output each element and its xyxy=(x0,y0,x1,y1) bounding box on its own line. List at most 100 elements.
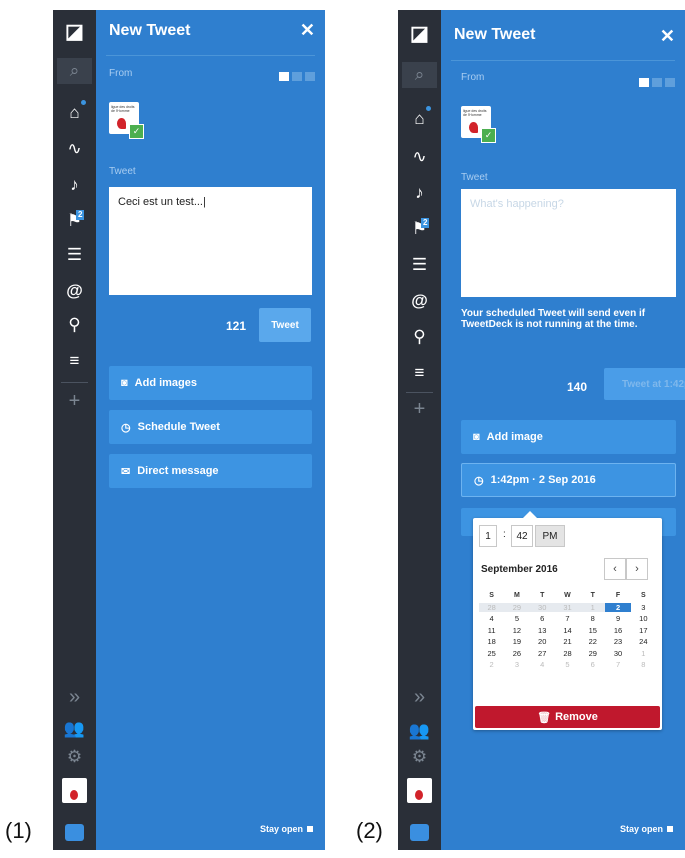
calendar-day[interactable]: 8 xyxy=(631,660,656,669)
stay-open-checkbox[interactable] xyxy=(307,826,313,832)
layout-toggle[interactable] xyxy=(639,78,675,87)
calendar-day[interactable]: 15 xyxy=(580,626,605,635)
stay-open-checkbox[interactable] xyxy=(667,826,673,832)
activity-icon[interactable]: ∿ xyxy=(398,144,441,170)
twitter-icon[interactable] xyxy=(65,824,84,841)
account-avatar[interactable]: ligue des droits de l'Homme ✓ xyxy=(109,102,144,139)
user-avatar-rail[interactable] xyxy=(62,778,87,803)
calendar-day[interactable]: 27 xyxy=(530,649,555,658)
lists-icon[interactable]: ☰ xyxy=(53,242,96,268)
close-icon[interactable]: ✕ xyxy=(660,26,675,47)
calendar-day[interactable]: 13 xyxy=(530,626,555,635)
collections-icon[interactable]: ≡ xyxy=(53,348,96,374)
gear-icon[interactable]: ⚙ xyxy=(53,744,96,770)
calendar-day[interactable]: 7 xyxy=(605,660,630,669)
calendar-day[interactable]: 14 xyxy=(555,626,580,635)
calendar-day[interactable]: 6 xyxy=(580,660,605,669)
calendar-day[interactable]: 11 xyxy=(479,626,504,635)
calendar-day[interactable]: 31 xyxy=(554,602,581,612)
minute-input[interactable]: 42 xyxy=(511,525,533,547)
hour-input[interactable]: 1 xyxy=(479,525,497,547)
stay-open-toggle[interactable]: Stay open xyxy=(260,824,313,834)
calendar-day[interactable]: 2 xyxy=(605,602,631,612)
next-month-button[interactable]: › xyxy=(626,558,648,580)
calendar-day[interactable]: 12 xyxy=(504,626,529,635)
calendar-day[interactable]: 8 xyxy=(580,614,605,623)
stay-open-toggle[interactable]: Stay open xyxy=(620,824,673,834)
calendar-day[interactable]: 9 xyxy=(605,614,630,623)
bell-icon[interactable]: ♪ xyxy=(53,172,96,198)
plus-icon[interactable]: + xyxy=(398,396,441,422)
grid-view-icon[interactable] xyxy=(652,78,662,87)
calendar-day[interactable]: 1 xyxy=(631,649,656,658)
search-icon[interactable]: ⌕ xyxy=(402,62,437,88)
collections-icon[interactable]: ≡ xyxy=(398,360,441,386)
calendar-day[interactable]: 28 xyxy=(555,649,580,658)
calendar-day[interactable]: 5 xyxy=(555,660,580,669)
calendar-day[interactable]: 19 xyxy=(504,637,529,646)
accounts-icon[interactable]: 👥 xyxy=(53,716,96,742)
calendar-day[interactable]: 22 xyxy=(580,637,605,646)
account-avatar[interactable]: ligue des droits de l'Homme ✓ xyxy=(461,106,496,143)
calendar-day[interactable]: 6 xyxy=(530,614,555,623)
direct-message-button[interactable]: ✉ Direct message xyxy=(109,454,312,488)
tweetdeck-logo-icon[interactable]: ◪ xyxy=(398,20,441,46)
calendar-day[interactable]: 20 xyxy=(530,637,555,646)
add-images-button[interactable]: ◙ Add images xyxy=(109,366,312,400)
calendar-day[interactable]: 18 xyxy=(479,637,504,646)
plus-icon[interactable]: + xyxy=(53,388,96,414)
tweet-textarea[interactable]: What's happening? xyxy=(461,189,676,297)
single-view-icon[interactable] xyxy=(639,78,649,87)
calendar-day[interactable]: 29 xyxy=(580,649,605,658)
calendar-day[interactable]: 28 xyxy=(479,602,505,612)
ampm-toggle[interactable]: PM xyxy=(535,525,565,547)
tweet-button[interactable]: Tweet xyxy=(259,308,311,342)
add-image-button[interactable]: ◙ Add image xyxy=(461,420,676,454)
calendar-day[interactable]: 23 xyxy=(605,637,630,646)
calendar-day[interactable]: 7 xyxy=(555,614,580,623)
schedule-datetime-button[interactable]: ◷ 1:42pm · 2 Sep 2016 xyxy=(461,463,676,497)
calendar-day[interactable]: 1 xyxy=(580,602,606,612)
messages-icon[interactable]: ⚑ xyxy=(398,216,441,242)
close-icon[interactable]: ✕ xyxy=(300,20,315,41)
double-chevron-icon[interactable]: » xyxy=(398,684,441,710)
double-chevron-icon[interactable]: » xyxy=(53,684,96,710)
accounts-icon[interactable]: 👥 xyxy=(398,718,441,744)
magnifier-icon[interactable]: ⚲ xyxy=(53,312,96,338)
gear-icon[interactable]: ⚙ xyxy=(398,744,441,770)
magnifier-icon[interactable]: ⚲ xyxy=(398,324,441,350)
calendar-day[interactable]: 21 xyxy=(555,637,580,646)
calendar-day[interactable]: 3 xyxy=(504,660,529,669)
search-icon[interactable]: ⌕ xyxy=(57,58,92,84)
twitter-icon[interactable] xyxy=(410,824,429,841)
list-view-icon[interactable] xyxy=(665,78,675,87)
grid-view-icon[interactable] xyxy=(292,72,302,81)
list-view-icon[interactable] xyxy=(305,72,315,81)
home-icon[interactable]: ⌂ xyxy=(53,100,96,126)
home-icon[interactable]: ⌂ xyxy=(398,106,441,132)
messages-icon[interactable]: ⚑ xyxy=(53,208,96,234)
single-view-icon[interactable] xyxy=(279,72,289,81)
calendar-day[interactable]: 4 xyxy=(479,614,504,623)
bell-icon[interactable]: ♪ xyxy=(398,180,441,206)
calendar-day[interactable]: 3 xyxy=(631,603,656,612)
calendar-day[interactable]: 26 xyxy=(504,649,529,658)
lists-icon[interactable]: ☰ xyxy=(398,252,441,278)
activity-icon[interactable]: ∿ xyxy=(53,136,96,162)
prev-month-button[interactable]: ‹ xyxy=(604,558,626,580)
calendar-day[interactable]: 2 xyxy=(479,660,504,669)
layout-toggle[interactable] xyxy=(279,72,315,81)
calendar-day[interactable]: 5 xyxy=(504,614,529,623)
tweetdeck-logo-icon[interactable]: ◪ xyxy=(53,18,96,44)
calendar-day[interactable]: 24 xyxy=(631,637,656,646)
at-icon[interactable]: @ xyxy=(53,278,96,304)
user-avatar-rail[interactable] xyxy=(407,778,432,803)
remove-button[interactable]: 🗑 Remove xyxy=(475,706,660,728)
calendar-day[interactable]: 30 xyxy=(605,649,630,658)
tweet-at-button[interactable]: Tweet at 1:42pm xyxy=(604,368,685,400)
calendar-day[interactable]: 10 xyxy=(631,614,656,623)
tweet-textarea[interactable]: Ceci est un test...| xyxy=(109,187,312,295)
calendar-day[interactable]: 25 xyxy=(479,649,504,658)
calendar-day[interactable]: 4 xyxy=(530,660,555,669)
calendar-day[interactable]: 16 xyxy=(605,626,630,635)
